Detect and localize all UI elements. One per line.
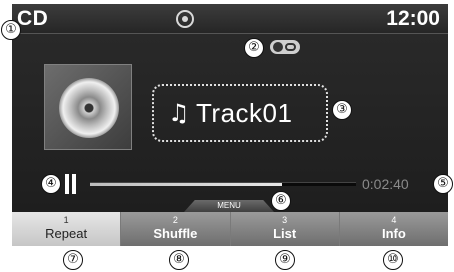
- softkey-label: Repeat: [45, 226, 88, 241]
- clock: 12:00: [386, 7, 440, 30]
- menu-tab[interactable]: MENU: [184, 200, 274, 212]
- callout-6: ⑥: [271, 191, 291, 211]
- cd-disc-icon: [176, 10, 194, 28]
- softkey-number: 3: [282, 215, 288, 225]
- callout-2: ②: [244, 38, 264, 58]
- status-bar: CD 12:00: [12, 4, 448, 34]
- repeat-button[interactable]: 1 Repeat: [12, 212, 122, 246]
- callout-10: ⑩: [383, 250, 403, 270]
- callout-7: ⑦: [63, 250, 83, 270]
- softkey-number: 4: [391, 215, 397, 225]
- softkey-label: List: [273, 226, 297, 241]
- mode-title: CD: [17, 7, 49, 30]
- cd-player-screen: CD 12:00 ♫ Track01 0:02:40 MENU 1 Repeat…: [12, 4, 448, 246]
- list-button[interactable]: 3 List: [230, 212, 340, 246]
- progress-bar[interactable]: [90, 182, 356, 186]
- album-disc-icon: [59, 78, 119, 138]
- repeat-dot-icon: [273, 42, 283, 52]
- shuffle-button[interactable]: 2 Shuffle: [121, 212, 231, 246]
- music-note-icon: ♫: [168, 99, 190, 127]
- callout-4: ④: [41, 174, 61, 194]
- repeat-loop-icon: [285, 43, 296, 51]
- info-button[interactable]: 4 Info: [339, 212, 448, 246]
- album-art: [44, 64, 132, 150]
- elapsed-time: 0:02:40: [362, 176, 409, 192]
- track-info-box[interactable]: ♫ Track01: [152, 84, 328, 142]
- softkey-label: Info: [381, 226, 406, 241]
- softkey-label: Shuffle: [153, 226, 198, 241]
- softkey-number: 1: [63, 215, 69, 225]
- softkey-number: 2: [172, 215, 178, 225]
- callout-3: ③: [332, 100, 352, 120]
- callout-5: ⑤: [433, 174, 453, 194]
- callout-9: ⑨: [275, 250, 295, 270]
- repeat-indicator-icon: [270, 40, 300, 54]
- callout-8: ⑧: [169, 250, 189, 270]
- progress-fill: [90, 183, 282, 186]
- track-title: Track01: [196, 98, 293, 128]
- callout-1: ①: [1, 20, 21, 40]
- pause-icon[interactable]: [65, 174, 77, 194]
- softkey-bar: 1 Repeat 2 Shuffle 3 List 4 Info: [12, 212, 448, 246]
